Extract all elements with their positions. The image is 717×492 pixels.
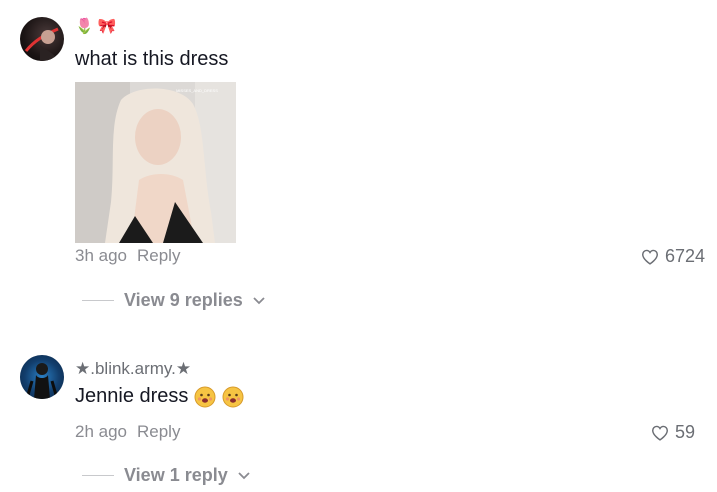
ribbon-emoji-icon: 🎀 — [97, 18, 117, 35]
face-emoji-icon — [222, 386, 244, 407]
comment-text: Jennie dress — [75, 385, 189, 407]
timestamp: 2h ago — [75, 422, 127, 441]
chevron-down-icon — [238, 471, 250, 479]
comments-panel: 🌷 🎀 what is this dress MISSES_AND_DRESS … — [0, 0, 717, 492]
view-replies-button[interactable]: View 9 replies — [82, 290, 265, 311]
divider — [82, 475, 114, 476]
timestamp: 3h ago — [75, 246, 127, 265]
avatar[interactable] — [20, 17, 64, 61]
reply-button[interactable]: Reply — [137, 246, 180, 266]
avatar[interactable] — [20, 355, 64, 399]
divider — [82, 300, 114, 301]
comment-meta: 2h ago Reply — [75, 422, 180, 442]
tulip-emoji-icon: 🌷 — [75, 18, 94, 35]
like-count: 59 — [674, 422, 695, 442]
comment-image[interactable]: MISSES_AND_DRESS — [75, 82, 236, 243]
view-replies-label: View 9 replies — [124, 290, 243, 310]
face-emoji-icon — [194, 386, 216, 407]
comment-text-row: Jennie dress — [75, 385, 244, 408]
heart-icon — [651, 425, 668, 441]
view-replies-label: View 1 reply — [124, 465, 228, 485]
reply-button[interactable]: Reply — [137, 422, 180, 442]
image-watermark: MISSES_AND_DRESS — [176, 88, 218, 93]
like-button[interactable]: 6724 — [641, 246, 705, 267]
view-replies-button[interactable]: View 1 reply — [82, 465, 250, 486]
chevron-down-icon — [253, 296, 265, 304]
like-button[interactable]: 59 — [651, 422, 695, 443]
username[interactable]: ★.blink.army.★ — [75, 359, 191, 379]
like-count: 6724 — [664, 246, 705, 266]
username-row: 🌷 🎀 — [75, 19, 116, 34]
comment-meta: 3h ago Reply — [75, 246, 180, 266]
heart-icon — [641, 249, 658, 265]
comment-text: what is this dress — [75, 48, 229, 70]
